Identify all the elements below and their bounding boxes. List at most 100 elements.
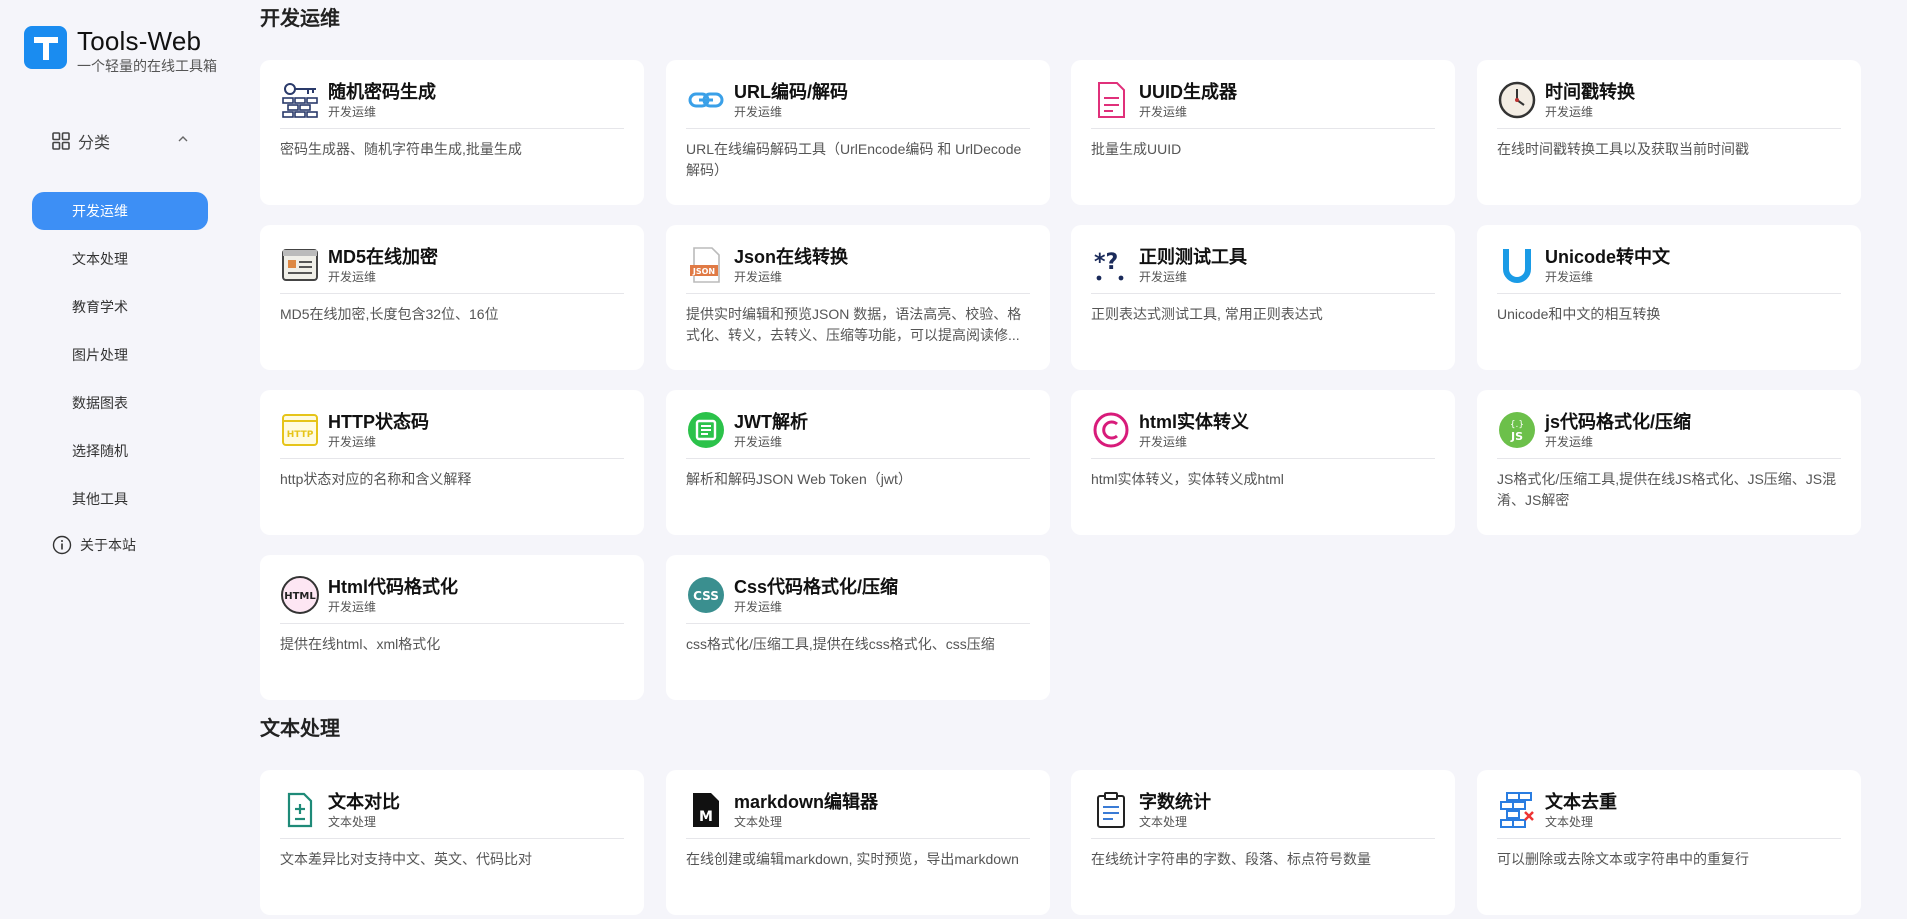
password-icon bbox=[280, 80, 320, 120]
tool-card[interactable]: JWT解析开发运维 解析和解码JSON Web Token（jwt） bbox=[666, 390, 1050, 535]
card-description: 文本差异比对支持中文、英文、代码比对 bbox=[280, 851, 532, 867]
category-nav: 开发运维 文本处理 教育学术 图片处理 数据图表 选择随机 其他工具 bbox=[32, 192, 208, 528]
sidebar-item-text[interactable]: 文本处理 bbox=[32, 240, 208, 278]
tool-card[interactable]: HTML Html代码格式化开发运维 提供在线html、xml格式化 bbox=[260, 555, 644, 700]
site-title: Tools-Web bbox=[77, 26, 202, 56]
card-title: JWT解析 bbox=[734, 412, 808, 432]
card-description: 正则表达式测试工具, 常用正则表达式 bbox=[1091, 306, 1323, 322]
card-title: 随机密码生成 bbox=[328, 82, 436, 102]
card-title: markdown编辑器 bbox=[734, 792, 879, 812]
svg-text:JSON: JSON bbox=[692, 267, 715, 276]
svg-text:*?: *? bbox=[1094, 250, 1118, 275]
card-title: 文本去重 bbox=[1545, 792, 1617, 812]
sidebar-item-devops[interactable]: 开发运维 bbox=[32, 192, 208, 230]
card-description: Unicode和中文的相互转换 bbox=[1497, 306, 1661, 322]
card-category: 开发运维 bbox=[328, 435, 377, 449]
info-icon bbox=[52, 535, 72, 555]
section-title-text: 文本处理 bbox=[260, 718, 340, 740]
card-title: html实体转义 bbox=[1139, 412, 1249, 432]
tool-card[interactable]: 时间戳转换 开发运维 在线时间戳转换工具以及获取当前时间戳 bbox=[1477, 60, 1861, 205]
chevron-up-icon bbox=[178, 136, 188, 142]
tool-card[interactable]: 随机密码生成开发运维 密码生成器、随机字符串生成,批量生成 bbox=[260, 60, 644, 205]
tool-card[interactable]: 文本去重 文本处理 可以删除或去除文本或字符串中的重复行 bbox=[1477, 770, 1861, 915]
tool-card[interactable]: JSON Json在线转换 开发运维 提供实时编辑和预览JSON 数据，语法高亮、… bbox=[666, 225, 1050, 370]
tool-card[interactable]: M markdown编辑器 文本处理 在线创建或编辑markdown, 实时预览，… bbox=[666, 770, 1050, 915]
card-title: 文本对比 bbox=[328, 792, 400, 812]
link-icon bbox=[686, 80, 726, 120]
jwt-icon bbox=[686, 410, 726, 450]
card-description: URL在线编码解码工具（UrlEncode编码 和 UrlDecode解码） bbox=[686, 141, 1022, 178]
card-title: URL编码/解码 bbox=[734, 82, 848, 102]
sidebar-item-education[interactable]: 教育学术 bbox=[32, 288, 208, 326]
markdown-icon: M bbox=[686, 790, 726, 830]
json-file-icon: JSON bbox=[686, 245, 726, 285]
card-title: Html代码格式化 bbox=[328, 577, 458, 597]
card-description: 在线创建或编辑markdown, 实时预览，导出markdown bbox=[686, 851, 1019, 867]
card-title: Unicode转中文 bbox=[1545, 247, 1671, 267]
card-category: 开发运维 bbox=[734, 435, 783, 449]
card-description: 提供实时编辑和预览JSON 数据，语法高亮、校验、格式化、转义，去转义、压缩等功… bbox=[686, 306, 1022, 343]
about-link[interactable]: 关于本站 bbox=[52, 535, 136, 555]
svg-text:HTML: HTML bbox=[284, 591, 316, 602]
card-category: 文本处理 bbox=[1139, 815, 1188, 829]
card-category: 开发运维 bbox=[734, 600, 783, 614]
tool-card[interactable]: Unicode转中文开发运维 Unicode和中文的相互转换 bbox=[1477, 225, 1861, 370]
js-icon: {.} JS bbox=[1497, 410, 1537, 450]
sidebar-item-charts[interactable]: 数据图表 bbox=[32, 384, 208, 422]
card-description: http状态对应的名称和含义解释 bbox=[280, 471, 472, 487]
tool-card[interactable]: CSS Css代码格式化/压缩 开发运维 css格式化/压缩工具,提供在线css格… bbox=[666, 555, 1050, 700]
card-category: 开发运维 bbox=[328, 105, 377, 119]
tool-card[interactable]: {.} JS js代码格式化/压缩 开发运维 JS格式化/压缩工具,提供在线JS格式… bbox=[1477, 390, 1861, 535]
about-label: 关于本站 bbox=[80, 537, 136, 553]
card-category: 开发运维 bbox=[1545, 105, 1594, 119]
tool-card[interactable]: HTTP HTTP状态码开发运维 http状态对应的名称和含义解释 bbox=[260, 390, 644, 535]
card-category: 开发运维 bbox=[734, 105, 783, 119]
sidebar: Tools-Web 一个轻量的在线工具箱 分类 开发运维 文本处理 教育学术 图… bbox=[0, 0, 230, 919]
sidebar-item-other[interactable]: 其他工具 bbox=[32, 480, 208, 518]
card-category: 开发运维 bbox=[1545, 270, 1594, 284]
card-category: 开发运维 bbox=[1139, 435, 1188, 449]
card-description: 密码生成器、随机字符串生成,批量生成 bbox=[280, 141, 522, 157]
card-title: MD5在线加密 bbox=[328, 247, 439, 267]
card-description: JS格式化/压缩工具,提供在线JS格式化、JS压缩、JS混淆、JS解密 bbox=[1497, 471, 1837, 508]
sidebar-item-random[interactable]: 选择随机 bbox=[32, 432, 208, 470]
clipboard-icon bbox=[1091, 790, 1131, 830]
tool-card[interactable]: URL编码/解码开发运维 URL在线编码解码工具（UrlEncode编码 和 U… bbox=[666, 60, 1050, 205]
svg-text:{.}: {.} bbox=[1510, 420, 1524, 430]
md5-icon bbox=[280, 245, 320, 285]
category-toggle[interactable]: 分类 bbox=[52, 128, 192, 154]
card-description: 可以删除或去除文本或字符串中的重复行 bbox=[1497, 851, 1749, 867]
card-title: HTTP状态码 bbox=[328, 412, 429, 432]
http-icon: HTTP bbox=[280, 410, 320, 450]
card-description: 批量生成UUID bbox=[1091, 141, 1182, 157]
site-logo[interactable]: Tools-Web 一个轻量的在线工具箱 bbox=[24, 26, 217, 75]
card-category: 文本处理 bbox=[328, 815, 377, 829]
tool-card[interactable]: MD5在线加密开发运维 MD5在线加密,长度包含32位、16位 bbox=[260, 225, 644, 370]
svg-text:JS: JS bbox=[1510, 430, 1523, 443]
site-subtitle: 一个轻量的在线工具箱 bbox=[77, 58, 217, 74]
card-category: 开发运维 bbox=[1545, 435, 1594, 449]
sidebar-item-image[interactable]: 图片处理 bbox=[32, 336, 208, 374]
dedupe-icon bbox=[1497, 790, 1537, 830]
logo-icon bbox=[24, 26, 67, 69]
copyright-icon bbox=[1091, 410, 1131, 450]
card-description: 提供在线html、xml格式化 bbox=[280, 636, 441, 652]
category-label: 分类 bbox=[78, 135, 111, 152]
card-title: 时间戳转换 bbox=[1545, 82, 1635, 102]
card-description: 在线统计字符串的字数、段落、标点符号数量 bbox=[1091, 851, 1371, 867]
card-description: 解析和解码JSON Web Token（jwt） bbox=[686, 471, 912, 487]
tool-card[interactable]: 字数统计 文本处理 在线统计字符串的字数、段落、标点符号数量 bbox=[1071, 770, 1455, 915]
card-description: html实体转义，实体转义成html bbox=[1091, 471, 1284, 487]
card-category: 开发运维 bbox=[734, 270, 783, 284]
css-icon: CSS bbox=[686, 575, 726, 615]
card-description: MD5在线加密,长度包含32位、16位 bbox=[280, 306, 499, 322]
card-category: 开发运维 bbox=[328, 600, 377, 614]
card-description: css格式化/压缩工具,提供在线css格式化、css压缩 bbox=[686, 636, 995, 652]
tool-card[interactable]: 文本对比文本处理 文本差异比对支持中文、英文、代码比对 bbox=[260, 770, 644, 915]
tool-card[interactable]: html实体转义开发运维 html实体转义，实体转义成html bbox=[1071, 390, 1455, 535]
card-category: 开发运维 bbox=[328, 270, 377, 284]
tool-card[interactable]: UUID生成器 开发运维 批量生成UUID bbox=[1071, 60, 1455, 205]
svg-text:CSS: CSS bbox=[693, 589, 719, 603]
tool-card[interactable]: *? 正则测试工具 开发运维 正则表达式测试工具, 常用正则表达式 bbox=[1071, 225, 1455, 370]
svg-text:HTTP: HTTP bbox=[287, 430, 314, 440]
